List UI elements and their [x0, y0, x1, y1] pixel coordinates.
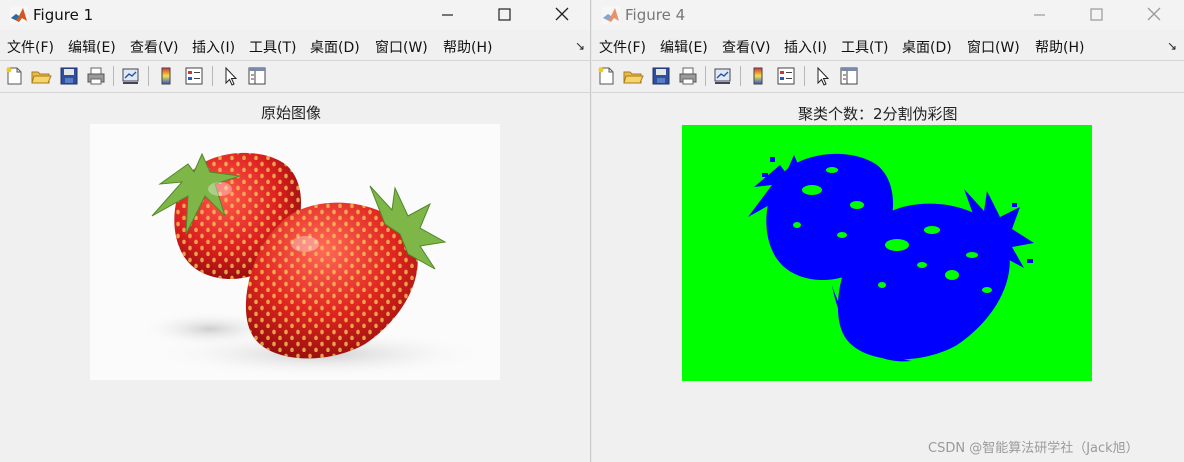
link-plot-icon[interactable] [120, 65, 142, 87]
window-title: Figure 1 [33, 6, 94, 24]
open-file-icon[interactable] [622, 65, 644, 87]
menu-insert[interactable]: 插入(I) [784, 37, 827, 57]
strawberries-image [140, 152, 490, 378]
title-bar[interactable]: Figure 1 [0, 0, 590, 30]
menu-window[interactable]: 窗口(W) [375, 37, 428, 57]
figure-4-window: Figure 4 文件(F) 编辑(E) 查看(V) 插入(I) 工具(T) 桌… [592, 0, 1184, 462]
save-icon[interactable] [650, 65, 672, 87]
menu-tools[interactable]: 工具(T) [249, 37, 296, 57]
toolbar-separator [804, 66, 805, 86]
toolbar-separator [740, 66, 741, 86]
matlab-logo-icon [602, 6, 620, 24]
pointer-icon[interactable] [811, 65, 833, 87]
toolbar-separator [148, 66, 149, 86]
close-icon [1147, 7, 1161, 21]
watermark: CSDN @智能算法研学社（Jack旭） [928, 441, 1139, 456]
menu-view[interactable]: 查看(V) [722, 37, 771, 57]
menu-file[interactable]: 文件(F) [599, 37, 646, 57]
toolbar-separator [212, 66, 213, 86]
legend-icon[interactable] [775, 65, 797, 87]
maximize-icon [1090, 8, 1103, 21]
save-icon[interactable] [58, 65, 80, 87]
close-icon [555, 7, 569, 21]
pointer-icon[interactable] [219, 65, 241, 87]
menu-overflow-icon[interactable]: ↘ [1167, 39, 1177, 53]
figure-1-window: Figure 1 文件(F) 编辑(E) 查看(V) 插入(I) 工具(T) 桌… [0, 0, 591, 462]
menu-window[interactable]: 窗口(W) [967, 37, 1020, 57]
maximize-button[interactable] [1085, 4, 1107, 26]
matlab-logo-icon [10, 6, 28, 24]
menu-file[interactable]: 文件(F) [7, 37, 54, 57]
new-figure-icon[interactable] [3, 65, 25, 87]
print-icon[interactable] [677, 65, 699, 87]
title-bar[interactable]: Figure 4 [592, 0, 1184, 30]
axes-title: 原始图像 [261, 104, 322, 122]
menu-edit[interactable]: 编辑(E) [660, 37, 708, 57]
property-inspector-icon[interactable] [246, 65, 268, 87]
minimize-icon [1034, 14, 1045, 16]
segmentation-image [682, 125, 1092, 381]
property-inspector-icon[interactable] [838, 65, 860, 87]
axes-title: 聚类个数：2分割伪彩图 [798, 105, 958, 123]
link-plot-icon[interactable] [712, 65, 734, 87]
menu-view[interactable]: 查看(V) [130, 37, 179, 57]
menu-desktop[interactable]: 桌面(D) [902, 37, 952, 57]
colorbar-icon[interactable] [155, 65, 177, 87]
toolbar-separator [113, 66, 114, 86]
close-button[interactable] [1143, 4, 1165, 26]
open-file-icon[interactable] [30, 65, 52, 87]
maximize-button[interactable] [493, 4, 515, 26]
menu-insert[interactable]: 插入(I) [192, 37, 235, 57]
toolbar [592, 60, 1184, 93]
minimize-icon [442, 14, 453, 16]
maximize-icon [498, 8, 511, 21]
toolbar [0, 60, 590, 93]
menu-desktop[interactable]: 桌面(D) [310, 37, 360, 57]
window-title: Figure 4 [625, 6, 686, 24]
original-image [90, 124, 500, 380]
menu-help[interactable]: 帮助(H) [1035, 37, 1084, 57]
menu-tools[interactable]: 工具(T) [841, 37, 888, 57]
menu-bar: 文件(F) 编辑(E) 查看(V) 插入(I) 工具(T) 桌面(D) 窗口(W… [592, 30, 1184, 60]
menu-bar: 文件(F) 编辑(E) 查看(V) 插入(I) 工具(T) 桌面(D) 窗口(W… [0, 30, 590, 60]
minimize-button[interactable] [436, 4, 458, 26]
minimize-button[interactable] [1028, 4, 1050, 26]
legend-icon[interactable] [183, 65, 205, 87]
menu-help[interactable]: 帮助(H) [443, 37, 492, 57]
print-icon[interactable] [85, 65, 107, 87]
new-figure-icon[interactable] [595, 65, 617, 87]
close-button[interactable] [551, 4, 573, 26]
menu-overflow-icon[interactable]: ↘ [575, 39, 585, 53]
toolbar-separator [705, 66, 706, 86]
menu-edit[interactable]: 编辑(E) [68, 37, 116, 57]
pseudocolor-map [682, 125, 1092, 381]
colorbar-icon[interactable] [747, 65, 769, 87]
